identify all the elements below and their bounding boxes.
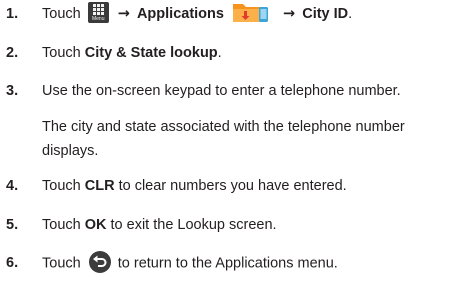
menu-grid-icon: Menu: [87, 1, 109, 23]
step-3-note: The city and state associated with the t…: [42, 115, 452, 163]
city-state-lookup-label: City & State lookup: [84, 45, 218, 61]
step-rest: to clear numbers you have entered.: [114, 178, 347, 194]
step-text: Touch CLR to clear numbers you have ente…: [42, 177, 458, 196]
step-verb: Touch: [42, 45, 81, 61]
step-number: 2.: [6, 45, 19, 61]
back-arrow-icon: [88, 251, 111, 273]
step-text: Touch Menu → Applications → City ID.: [42, 1, 458, 24]
step-number: 1.: [6, 6, 19, 22]
step-5: 5. Touch OK to exit the Lookup screen.: [6, 216, 458, 235]
arrow-icon: →: [283, 6, 296, 22]
step-rest: to return to the Applications menu.: [113, 255, 338, 272]
step-text: Touch City & State lookup.: [42, 44, 458, 63]
applications-folder-icon: [231, 1, 273, 23]
step-verb: Touch: [42, 178, 81, 194]
step-4: 4. Touch CLR to clear numbers you have e…: [6, 177, 458, 196]
step-number: 3.: [6, 83, 19, 99]
step-number: 5.: [6, 217, 19, 233]
step-6: 6. Touch to return to the Applications m…: [6, 251, 458, 273]
step-number: 4.: [6, 178, 19, 194]
menu-icon-caption: Menu: [91, 15, 105, 22]
step-text: Use the on-screen keypad to enter a tele…: [42, 83, 401, 99]
step-text: Touch to return to the Applications menu…: [42, 251, 458, 273]
period: .: [348, 6, 353, 22]
note-line: displays.: [42, 143, 99, 159]
instructions-page: 1. Touch Menu → Applications → City ID. …: [0, 0, 462, 281]
clr-label: CLR: [84, 178, 115, 194]
note-line: The city and state associated with the t…: [42, 119, 405, 135]
ok-label: OK: [84, 217, 107, 233]
step-verb: Touch: [42, 6, 81, 22]
step-1: 1. Touch Menu → Applications → City ID.: [6, 1, 458, 24]
applications-label: Applications: [136, 6, 224, 22]
step-number: 6.: [6, 255, 19, 271]
city-id-label: City ID: [302, 6, 349, 22]
arrow-icon: →: [117, 6, 130, 22]
step-rest: to exit the Lookup screen.: [106, 217, 277, 233]
step-verb: Touch: [42, 255, 81, 272]
step-verb: Touch: [42, 217, 81, 233]
step-3: 3. Use the on-screen keypad to enter a t…: [6, 82, 458, 101]
step-2: 2. Touch City & State lookup.: [6, 44, 458, 63]
period: .: [217, 45, 222, 61]
step-text: Touch OK to exit the Lookup screen.: [42, 216, 458, 235]
